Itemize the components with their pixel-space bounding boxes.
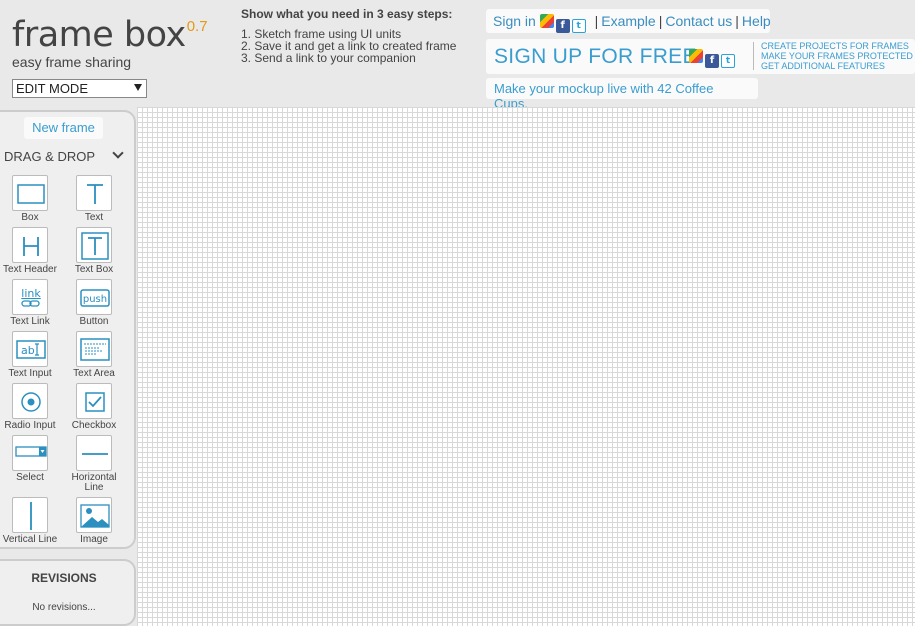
tool-text-input[interactable]: ab Text Input [0, 331, 60, 379]
chevron-down-icon [134, 84, 142, 91]
nav-separator: | [735, 13, 739, 29]
tool-label: Text Link [10, 316, 50, 327]
text-area-icon [76, 331, 112, 367]
image-icon [76, 497, 112, 533]
coffee-link[interactable]: Make your mockup live with 42 Coffee Cup… [486, 78, 758, 111]
contact-link[interactable]: Contact us [665, 13, 732, 29]
twitter-icon[interactable]: t [721, 54, 735, 68]
revisions-title: REVISIONS [31, 571, 97, 585]
logo-name: frame box [12, 15, 186, 55]
top-nav: Sign in ft | Example | Contact us | Help [486, 9, 771, 33]
checkbox-icon [76, 383, 112, 419]
tool-vertical-line[interactable]: Vertical Line [0, 497, 60, 545]
revisions-panel: REVISIONS No revisions... [0, 559, 136, 626]
design-canvas[interactable] [137, 107, 915, 626]
text-header-icon [12, 227, 48, 263]
tool-label: Image [80, 534, 108, 545]
tool-label: Checkbox [71, 420, 117, 431]
tool-radio-input[interactable]: Radio Input [0, 383, 60, 431]
tool-label: Select [16, 472, 44, 483]
signup-box: SIGN UP FOR FREE ft CREATE PROJECTS FOR … [486, 39, 915, 74]
tool-horizontal-line[interactable]: Horizontal Line [64, 435, 124, 493]
logo-version: 0.7 [186, 18, 208, 35]
text-icon [76, 175, 112, 211]
tool-label: Text Box [74, 264, 114, 275]
text-link-icon: link [12, 279, 48, 315]
new-frame-button[interactable]: New frame [24, 117, 103, 139]
drag-drop-header[interactable]: DRAG & DROP [4, 149, 95, 164]
tool-select[interactable]: Select [0, 435, 60, 483]
tool-label: Box [21, 212, 39, 223]
signup-features: CREATE PROJECTS FOR FRAMES MAKE YOUR FRA… [761, 41, 913, 71]
steps-title: Show what you need in 3 easy steps: [241, 7, 453, 21]
tool-label: Text Header [3, 264, 57, 275]
tool-text-area[interactable]: Text Area [64, 331, 124, 379]
feature-item: MAKE YOUR FRAMES PROTECTED [761, 51, 913, 61]
tool-image[interactable]: Image [64, 497, 124, 545]
tool-button[interactable]: push Button [64, 279, 124, 327]
google-icon[interactable] [539, 14, 554, 28]
mode-select[interactable]: EDIT MODE [12, 79, 147, 98]
feature-item: GET ADDITIONAL FEATURES [761, 61, 885, 71]
nav-separator: | [658, 13, 663, 29]
facebook-icon[interactable]: f [705, 54, 719, 68]
tool-label: Text Input [8, 368, 52, 379]
box-icon [12, 175, 48, 211]
help-link[interactable]: Help [742, 13, 771, 29]
glyph-text: ab [21, 344, 35, 357]
tool-text[interactable]: Text [64, 175, 124, 223]
text-box-icon [76, 227, 112, 263]
tool-checkbox[interactable]: Checkbox [64, 383, 124, 431]
vertical-line-icon [12, 497, 48, 533]
facebook-icon[interactable]: f [555, 19, 570, 33]
tagline: easy frame sharing [12, 54, 132, 70]
tool-label: Horizontal Line [71, 472, 117, 493]
revisions-empty: No revisions... [32, 602, 96, 613]
twitter-icon[interactable]: t [571, 19, 586, 33]
glyph-text: link [21, 287, 41, 300]
tools-panel: New frame DRAG & DROP Box Text Text Head… [0, 110, 136, 549]
google-icon[interactable] [689, 49, 703, 63]
tool-label: Vertical Line [2, 534, 58, 545]
feature-item: CREATE PROJECTS FOR FRAMES [761, 41, 909, 51]
horizontal-line-icon [76, 435, 112, 471]
chevron-down-icon[interactable] [112, 147, 124, 159]
tool-text-box[interactable]: Text Box [64, 227, 124, 275]
radio-input-icon [12, 383, 48, 419]
mode-select-value: EDIT MODE [16, 81, 88, 96]
sign-in-link[interactable]: Sign in [493, 13, 536, 29]
tool-text-link[interactable]: link Text Link [0, 279, 60, 327]
steps-panel: Show what you need in 3 easy steps: 1. S… [241, 8, 456, 64]
signup-link[interactable]: SIGN UP FOR FREE [494, 45, 697, 69]
step-item: 3. Send a link to your companion [241, 51, 416, 65]
text-input-icon: ab [12, 331, 48, 367]
select-icon [12, 435, 48, 471]
app-logo: frame box0.7 [12, 16, 208, 54]
tool-label: Text Area [73, 368, 115, 379]
tool-label: Text [84, 212, 104, 223]
tool-box[interactable]: Box [0, 175, 60, 223]
signup-social: ft [689, 48, 737, 68]
example-link[interactable]: Example [601, 13, 655, 29]
button-icon: push [76, 279, 112, 315]
tool-label: Button [79, 316, 109, 327]
glyph-text: push [83, 294, 107, 305]
tool-label: Radio Input [4, 420, 56, 431]
nav-separator: | [594, 13, 599, 29]
tool-text-header[interactable]: Text Header [0, 227, 60, 275]
divider [753, 42, 754, 70]
